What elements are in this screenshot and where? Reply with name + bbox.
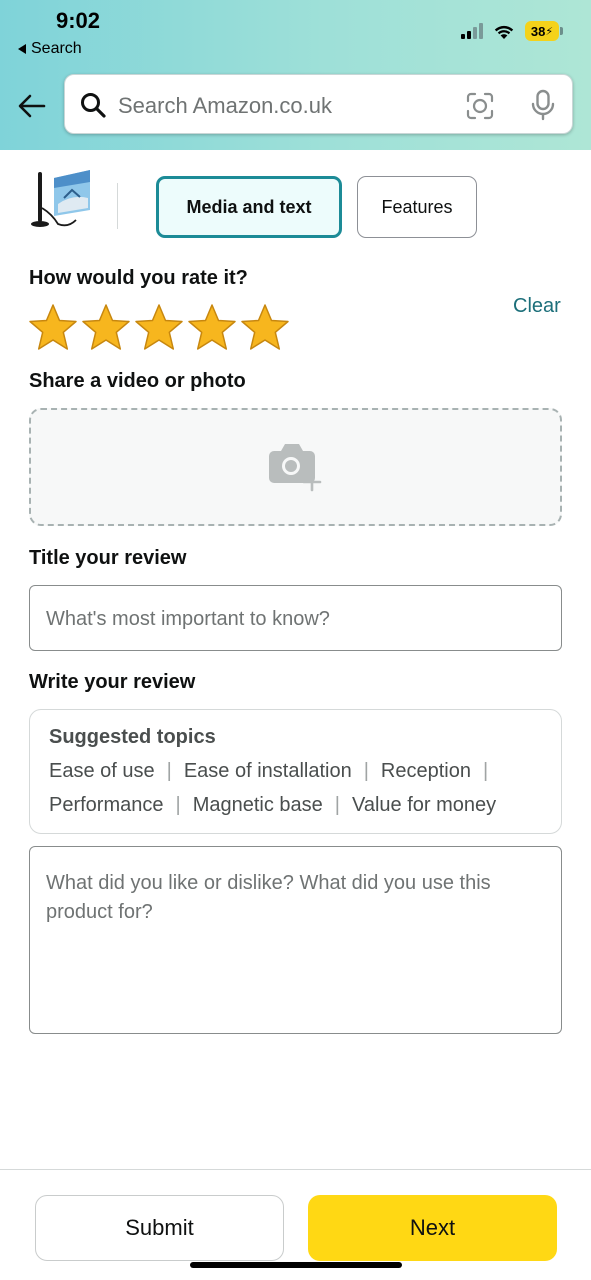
star-icon[interactable] bbox=[28, 303, 78, 353]
suggested-topics-title: Suggested topics bbox=[49, 726, 216, 748]
write-review-label: Write your review bbox=[29, 671, 196, 693]
topic-chip[interactable]: Value for money bbox=[352, 794, 496, 817]
cellular-signal-icon bbox=[461, 23, 483, 39]
divider bbox=[117, 183, 118, 229]
topic-chip[interactable]: Ease of installation bbox=[184, 760, 352, 783]
status-time: 9:02 bbox=[56, 8, 101, 33]
topic-chip[interactable]: Magnetic base bbox=[193, 794, 323, 817]
back-triangle-icon bbox=[18, 44, 26, 54]
battery-icon: 38 ⚡ bbox=[525, 21, 563, 41]
rating-label: How would you rate it? bbox=[29, 267, 248, 289]
add-photo-icon bbox=[269, 444, 322, 492]
topic-chip[interactable]: Performance bbox=[49, 794, 164, 817]
topic-chip[interactable]: Ease of use bbox=[49, 760, 155, 783]
search-input[interactable]: Search Amazon.co.uk bbox=[118, 93, 332, 119]
next-button[interactable]: Next bbox=[308, 1195, 557, 1261]
star-icon[interactable] bbox=[81, 303, 131, 353]
microphone-icon[interactable] bbox=[529, 89, 557, 121]
clear-rating-link[interactable]: Clear bbox=[513, 295, 561, 318]
star-icon[interactable] bbox=[134, 303, 184, 353]
suggested-topics-panel: Suggested topics Ease of use | Ease of in… bbox=[29, 709, 562, 834]
media-upload-area[interactable] bbox=[29, 408, 562, 526]
media-label: Share a video or photo bbox=[29, 370, 246, 392]
review-title-placeholder: What's most important to know? bbox=[46, 608, 330, 630]
battery-level: 38 bbox=[530, 23, 546, 39]
topic-chip[interactable]: Reception bbox=[381, 760, 471, 783]
status-indicators: 38 ⚡ bbox=[461, 21, 563, 41]
star-rating[interactable] bbox=[28, 303, 290, 353]
back-arrow-icon[interactable] bbox=[16, 90, 48, 122]
tab-features[interactable]: Features bbox=[357, 176, 477, 238]
review-title-input[interactable]: What's most important to know? bbox=[29, 585, 562, 651]
header: 9:02 Search 38 ⚡ Search Amazon.co.uk bbox=[0, 0, 591, 150]
status-back-to-search[interactable]: Search bbox=[18, 40, 82, 58]
footer-divider bbox=[0, 1169, 591, 1170]
review-textarea[interactable]: What did you like or dislike? What did y… bbox=[29, 846, 562, 1034]
review-textarea-placeholder: What did you like or dislike? What did y… bbox=[46, 872, 491, 923]
wifi-icon bbox=[494, 25, 514, 39]
star-icon[interactable] bbox=[187, 303, 237, 353]
topics-row-2: Performance | Magnetic base | Value for mo… bbox=[49, 794, 497, 817]
camera-lens-icon[interactable] bbox=[465, 91, 495, 121]
search-bar[interactable]: Search Amazon.co.uk bbox=[64, 74, 573, 134]
status-back-label: Search bbox=[31, 40, 82, 57]
tab-media-and-text[interactable]: Media and text bbox=[156, 176, 342, 238]
title-label: Title your review bbox=[29, 547, 187, 569]
home-indicator bbox=[190, 1262, 402, 1268]
submit-button[interactable]: Submit bbox=[35, 1195, 284, 1261]
topics-row-1: Ease of use | Ease of installation | Recep… bbox=[49, 760, 489, 783]
search-icon bbox=[81, 93, 106, 118]
star-icon[interactable] bbox=[240, 303, 290, 353]
product-thumbnail bbox=[31, 170, 90, 227]
